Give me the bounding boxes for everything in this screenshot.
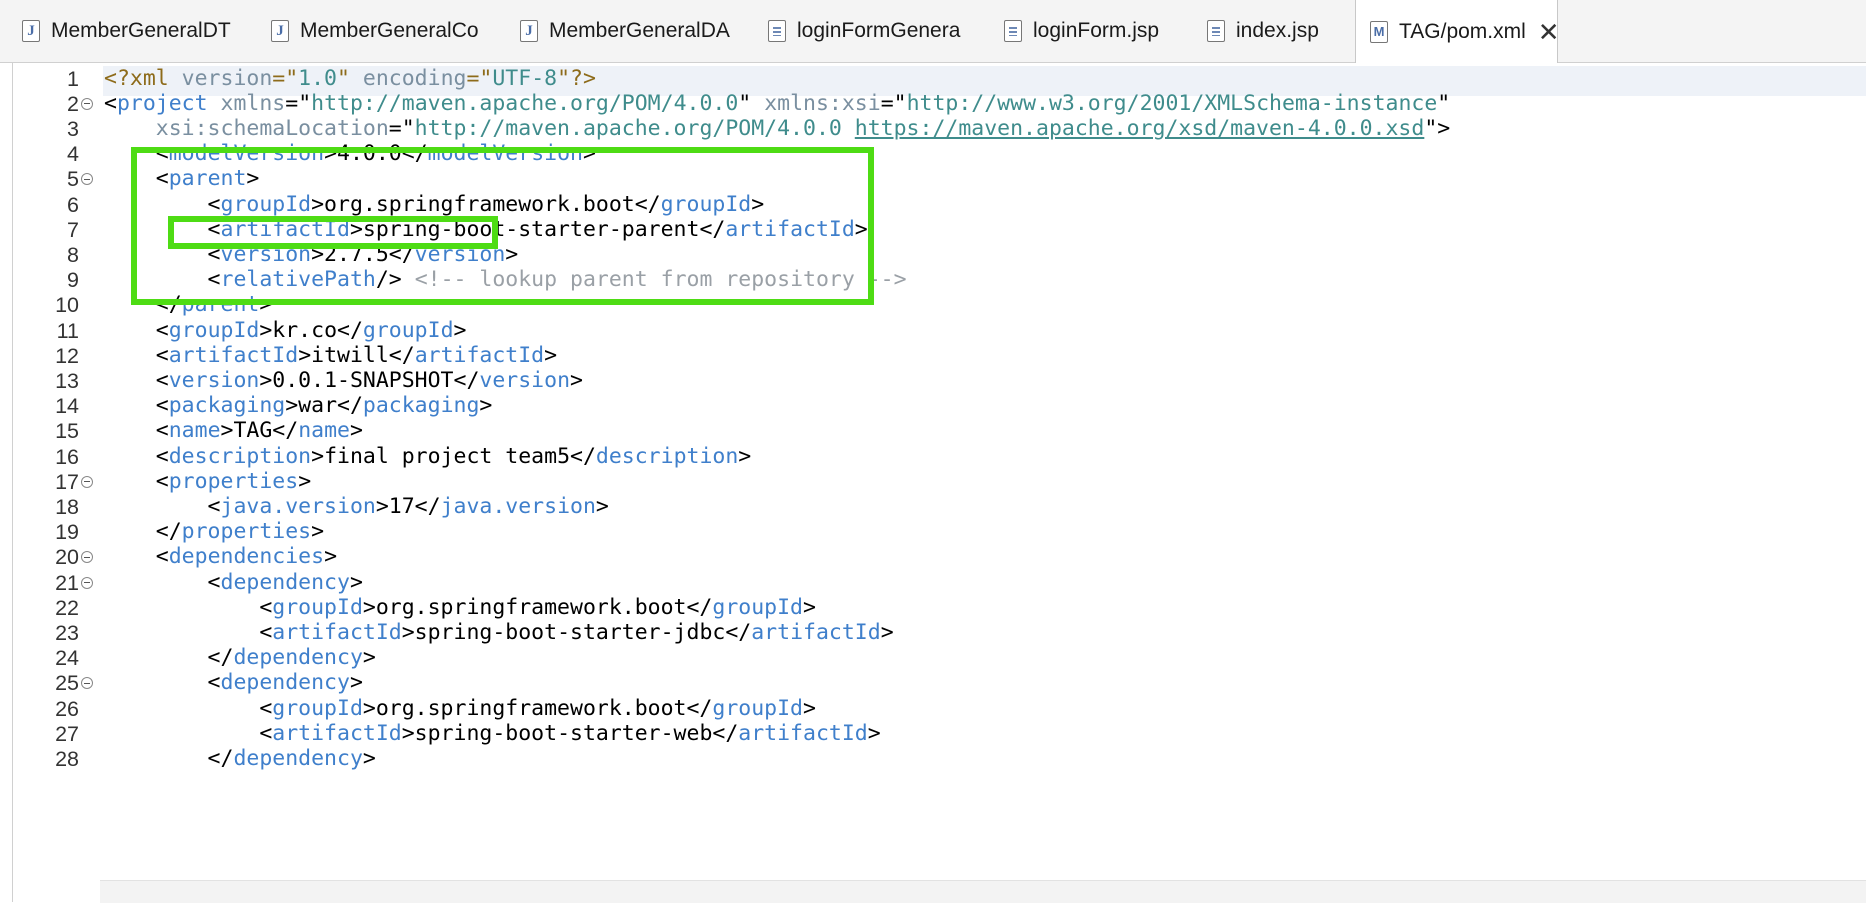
java-file-icon: [22, 20, 40, 42]
tab-pom-xml[interactable]: TAG/pom.xml ✕: [1355, 0, 1560, 63]
tab-label: MemberGeneralDA: [549, 19, 730, 42]
tab-label: MemberGeneralDT: [51, 19, 231, 42]
highlight-box-version: [168, 216, 498, 249]
tab-member-general-dt[interactable]: MemberGeneralDT: [22, 0, 231, 62]
tab-label: TAG/pom.xml: [1399, 19, 1526, 43]
fold-toggle-icon[interactable]: [81, 576, 93, 589]
fold-toggle-icon[interactable]: [81, 551, 93, 564]
fold-toggle-icon[interactable]: [81, 475, 93, 488]
horizontal-scrollbar[interactable]: [100, 880, 1866, 903]
tab-member-general-da[interactable]: MemberGeneralDA: [520, 0, 730, 62]
jsp-file-icon: [768, 20, 786, 42]
fold-toggle-icon[interactable]: [81, 677, 93, 690]
editor-tab-bar: MemberGeneralDT MemberGeneralCo MemberGe…: [0, 0, 1866, 63]
close-tab-icon[interactable]: ✕: [1538, 19, 1560, 45]
tab-label: index.jsp: [1236, 19, 1319, 42]
tab-index-jsp[interactable]: index.jsp: [1207, 0, 1319, 62]
tab-member-general-co[interactable]: MemberGeneralCo: [271, 0, 479, 62]
jsp-file-icon: [1207, 20, 1225, 42]
tab-login-form-jsp[interactable]: loginForm.jsp: [1004, 0, 1159, 62]
code-editor[interactable]: 1 <?xml version="1.0" encoding="UTF-8"?> 2…: [12, 62, 1866, 902]
fold-toggle-icon[interactable]: [81, 173, 93, 186]
code-text: </dependency>: [104, 746, 376, 771]
line-number: 28: [55, 747, 79, 771]
tab-label: loginFormGenera: [797, 19, 961, 42]
tab-login-form-genera[interactable]: loginFormGenera: [768, 0, 960, 62]
fold-toggle-icon[interactable]: [81, 97, 93, 110]
maven-xml-icon: [1370, 20, 1388, 43]
tab-label: MemberGeneralCo: [300, 19, 479, 42]
jsp-file-icon: [1004, 20, 1022, 42]
java-file-icon: [271, 20, 289, 42]
tab-label: loginForm.jsp: [1033, 19, 1160, 42]
java-file-icon: [520, 20, 538, 42]
